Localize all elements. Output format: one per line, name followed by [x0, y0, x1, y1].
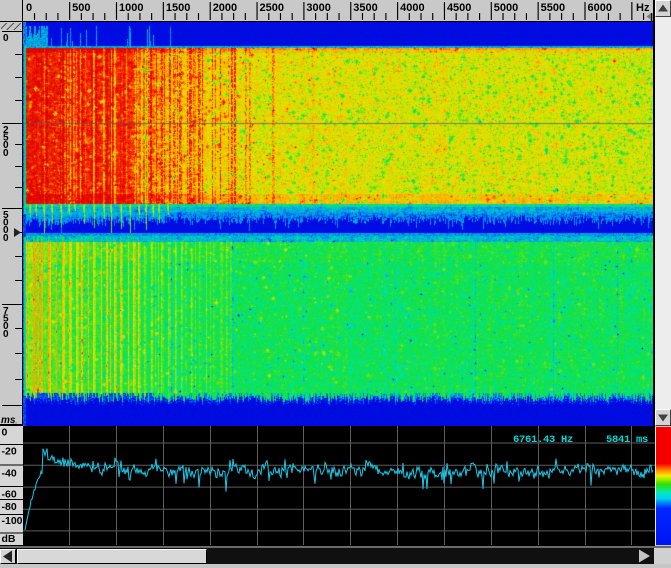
svg-text:6761.43 Hz: 6761.43 Hz [513, 434, 573, 446]
svg-text:Hz: Hz [636, 2, 650, 14]
svg-text:5000: 5000 [494, 2, 518, 14]
svg-text:2000: 2000 [213, 2, 237, 14]
svg-text:5841 ms: 5841 ms [606, 434, 648, 446]
svg-text:6000: 6000 [588, 2, 612, 14]
svg-text:3000: 3000 [306, 2, 330, 14]
svg-text:0: 0 [3, 329, 9, 340]
svg-text:,,: ,, [13, 416, 17, 425]
svg-text:0: 0 [3, 233, 9, 244]
svg-text:5500: 5500 [541, 2, 565, 14]
svg-text:-100: -100 [2, 515, 23, 527]
svg-text:1500: 1500 [166, 2, 190, 14]
svg-text:dB: dB [2, 533, 16, 545]
svg-text:4500: 4500 [447, 2, 471, 14]
svg-text:-40: -40 [2, 468, 17, 480]
svg-text:0: 0 [3, 148, 9, 159]
svg-text:4000: 4000 [400, 2, 424, 14]
svg-text:2500: 2500 [260, 2, 284, 14]
svg-text:0: 0 [26, 2, 32, 14]
svg-text:1000: 1000 [119, 2, 143, 14]
svg-text:500: 500 [72, 2, 90, 14]
svg-text:-60: -60 [2, 489, 17, 501]
svg-text:3500: 3500 [353, 2, 377, 14]
svg-text:-80: -80 [2, 501, 17, 513]
svg-text:0: 0 [2, 427, 8, 439]
svg-text:0: 0 [3, 33, 9, 44]
svg-text:-20: -20 [2, 446, 17, 458]
